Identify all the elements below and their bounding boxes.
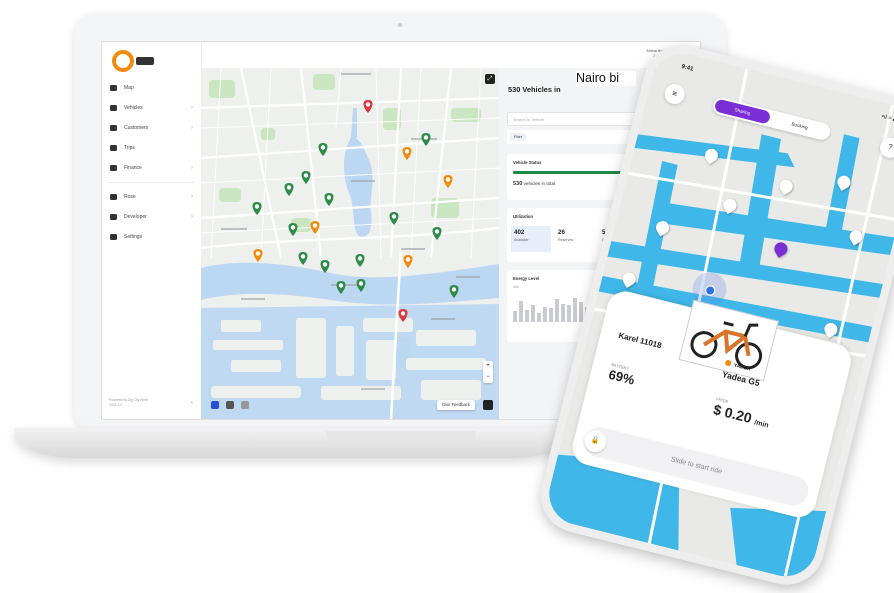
- sidebar-divider: [108, 182, 195, 183]
- vehicle-count: 530: [513, 181, 523, 187]
- sidebar-item-label: Vehicles: [124, 105, 143, 111]
- sidebar-item-label: Map: [124, 85, 134, 91]
- gear-icon: [110, 234, 117, 240]
- give-feedback-button[interactable]: Give Feedback: [436, 400, 475, 410]
- sidebar-nav: Map Vehicles › Customers › Trips Finance › …: [102, 78, 201, 247]
- sidebar-item-label: Rose: [124, 194, 136, 200]
- sidebar-item-label: Finance: [124, 165, 142, 171]
- util-available[interactable]: 402 Available: [511, 226, 551, 252]
- sidebar-item-label: Settings: [124, 234, 143, 240]
- sidebar-item-map[interactable]: Map: [102, 78, 201, 98]
- zoom-in-button[interactable]: +: [483, 361, 493, 372]
- sidebar-item-label: Trips: [124, 145, 135, 151]
- brand-logo[interactable]: [112, 50, 134, 72]
- energy-bar-chart: [513, 292, 593, 322]
- filter-button[interactable]: Filter: [510, 133, 526, 141]
- fleet-map[interactable]: ⤢ + − Give Feedback: [201, 68, 499, 419]
- chevron-right-icon: ›: [191, 165, 193, 171]
- code-icon: [110, 214, 117, 220]
- brand-logo-tag: [136, 57, 154, 65]
- car-icon: [110, 105, 117, 111]
- util-label: Available: [514, 238, 529, 242]
- vehicle-id: Karel 11018: [617, 330, 663, 351]
- route-icon: [110, 145, 117, 151]
- laptop-camera: [398, 23, 402, 27]
- map-canvas[interactable]: [201, 68, 499, 419]
- sidebar-item-label: Customers: [124, 125, 149, 131]
- laptop-notch: [326, 431, 476, 443]
- sidebar-item-settings[interactable]: Settings: [102, 227, 201, 247]
- map-icon: [110, 85, 117, 91]
- util-value: 26: [558, 229, 565, 236]
- sidebar-footer: Powered by Zig City Fleet 2024.1.0: [109, 398, 148, 407]
- search-placeholder: Search for Vehicle: [513, 118, 544, 122]
- zoom-control[interactable]: + −: [483, 361, 493, 383]
- expand-map-icon[interactable]: ⤢: [485, 74, 495, 84]
- city-label: Nairo bi: [576, 71, 636, 86]
- grid-icon: [110, 194, 117, 200]
- bike-filter-icon[interactable]: [226, 401, 234, 409]
- energy-bar: [561, 304, 565, 322]
- energy-bar: [525, 310, 529, 322]
- status-count: 530 vehicles in total: [513, 181, 555, 187]
- util-reserved[interactable]: 26 Reserved: [555, 226, 595, 252]
- coin-icon: [110, 165, 117, 171]
- chevron-right-icon: ›: [191, 125, 193, 131]
- sidebar-item-trips[interactable]: Trips: [102, 138, 201, 158]
- page-title: 530 Vehicles in: [508, 85, 561, 94]
- energy-bar: [549, 308, 553, 322]
- vehicle-count-label: vehicles in total: [523, 181, 556, 186]
- sidebar-item-finance[interactable]: Finance ›: [102, 158, 201, 178]
- util-value: 402: [514, 229, 525, 236]
- energy-bar: [513, 311, 517, 322]
- sidebar-item-vehicles[interactable]: Vehicles ›: [102, 98, 201, 118]
- card-title: Utilization: [513, 214, 534, 219]
- energy-bar: [543, 307, 547, 322]
- energy-scale: 400: [513, 285, 519, 289]
- chevron-right-icon: ›: [191, 105, 193, 111]
- energy-bar: [531, 305, 535, 322]
- vehicle-info: Karel 11018 BATTERY 69%: [607, 331, 688, 398]
- users-icon: [110, 125, 117, 131]
- sidebar-item-rose[interactable]: Rose ›: [102, 187, 201, 207]
- grid-filter-icon[interactable]: [241, 401, 249, 409]
- card-title: Energy Level: [513, 276, 540, 281]
- vehicle-details: YADEA Yadea G5 PRICE $ 0.20 /min: [712, 359, 833, 443]
- collapse-icon[interactable]: ‹: [191, 400, 193, 406]
- chevron-right-icon: ›: [191, 194, 193, 200]
- util-label: Reserved: [558, 238, 574, 242]
- energy-bar: [573, 298, 577, 322]
- info-icon[interactable]: [483, 400, 493, 410]
- layers-icon[interactable]: [211, 401, 219, 409]
- sidebar: Map Vehicles › Customers › Trips Finance › …: [102, 42, 202, 419]
- chevron-right-icon: ›: [191, 214, 193, 220]
- sidebar-item-customers[interactable]: Customers ›: [102, 118, 201, 138]
- energy-bar: [537, 313, 541, 322]
- sidebar-item-developer[interactable]: Developer ›: [102, 207, 201, 227]
- energy-bar: [519, 301, 523, 322]
- laptop-base: [14, 428, 574, 458]
- energy-bar: [555, 299, 559, 322]
- zoom-out-button[interactable]: −: [483, 372, 493, 383]
- card-title: Vehicle Status: [513, 160, 542, 165]
- map-toolbar: [211, 401, 249, 409]
- energy-bar: [567, 305, 571, 322]
- sidebar-item-label: Developer: [124, 214, 147, 220]
- price-unit: /min: [753, 419, 770, 430]
